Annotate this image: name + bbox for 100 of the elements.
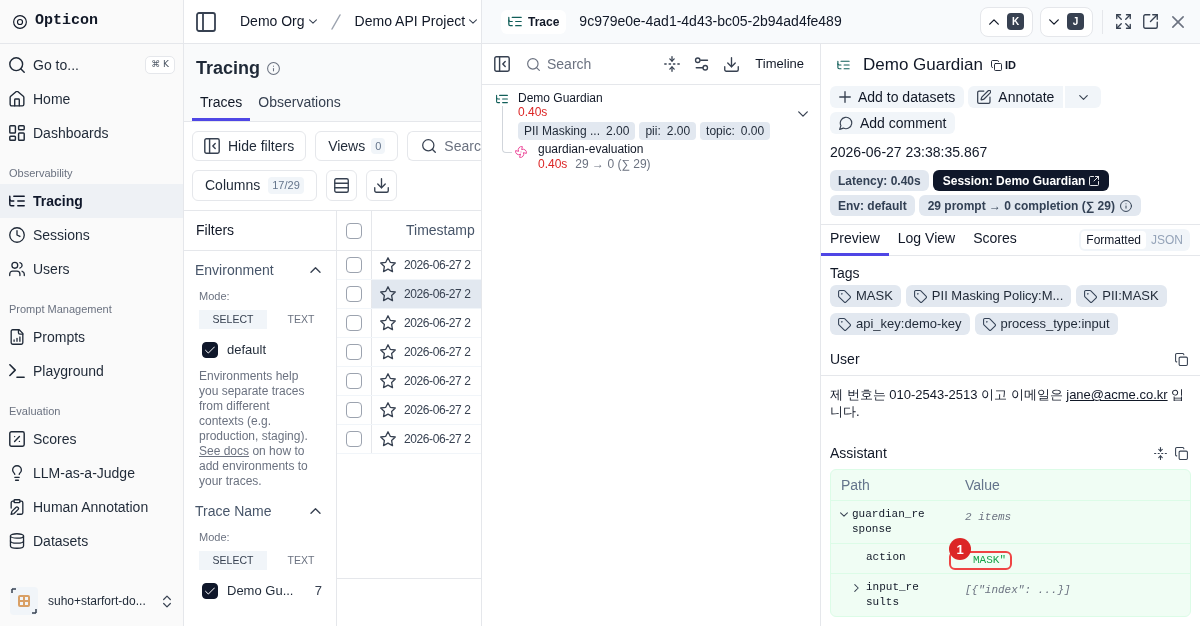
nav-item[interactable]: Datasets bbox=[0, 524, 183, 558]
callout-badge: 1 bbox=[949, 538, 971, 560]
tab[interactable]: Preview bbox=[821, 224, 889, 256]
checkbox[interactable] bbox=[346, 222, 362, 239]
nav-item[interactable]: Dashboards bbox=[0, 116, 183, 150]
sidebar-toggle-button[interactable] bbox=[196, 11, 216, 32]
section-title: User bbox=[830, 350, 860, 369]
download-button[interactable] bbox=[365, 170, 397, 201]
terminal-icon bbox=[9, 363, 25, 379]
metadata-badge: Env: default bbox=[830, 195, 915, 216]
clock-icon bbox=[9, 227, 25, 243]
filter-section-toggle[interactable]: Environment bbox=[184, 251, 336, 289]
search-field[interactable]: Search bbox=[527, 52, 637, 76]
nav-item[interactable]: Human Annotation bbox=[0, 490, 183, 524]
settings-button[interactable] bbox=[694, 57, 710, 71]
goto-item[interactable]: Go to... ⌘ K bbox=[0, 48, 183, 82]
session-link[interactable]: Session: Demo Guardian bbox=[932, 170, 1110, 191]
star-icon bbox=[380, 373, 396, 389]
checkbox[interactable] bbox=[346, 373, 362, 389]
filter-section-toggle[interactable]: Trace Name bbox=[184, 492, 336, 530]
open-in-new-tab-button[interactable] bbox=[1143, 14, 1158, 29]
docs-link[interactable]: See docs bbox=[199, 444, 250, 458]
node-name[interactable]: guardian-evaluation bbox=[538, 142, 651, 156]
tab[interactable]: Log View bbox=[888, 224, 965, 256]
download-icon bbox=[373, 178, 389, 193]
close-icon bbox=[1172, 15, 1184, 28]
checkbox[interactable] bbox=[346, 431, 362, 447]
copy-button[interactable] bbox=[1175, 353, 1188, 366]
page-title: Tracing bbox=[196, 57, 261, 80]
tab[interactable]: Scores bbox=[964, 224, 1026, 256]
score-chip: topic: 0.00 bbox=[700, 122, 771, 140]
views-button[interactable]: Views 0 bbox=[315, 131, 399, 161]
nav-item[interactable]: Home bbox=[0, 82, 183, 116]
checkbox[interactable] bbox=[346, 257, 362, 273]
option-label: Demo Gu... bbox=[227, 582, 295, 601]
column-header: Value bbox=[965, 477, 1000, 493]
columns-button[interactable]: Columns 17/29 bbox=[192, 170, 317, 201]
download-button[interactable] bbox=[724, 56, 740, 72]
previous-trace-button[interactable]: K bbox=[980, 6, 1033, 37]
mode-option[interactable]: SELECT bbox=[199, 551, 267, 570]
annotate-button[interactable]: Annotate bbox=[968, 86, 1064, 108]
checkbox[interactable] bbox=[202, 583, 218, 599]
copy-id-button[interactable]: ID bbox=[991, 56, 1016, 74]
star-icon bbox=[380, 257, 396, 273]
star-icon bbox=[380, 344, 396, 360]
file-chart-icon bbox=[9, 329, 25, 345]
column-header[interactable]: Timestamp bbox=[406, 220, 475, 241]
view-mode-option[interactable]: Formatted bbox=[1081, 231, 1146, 249]
row-height-button[interactable] bbox=[325, 170, 357, 201]
mode-option[interactable]: SELECT bbox=[199, 310, 267, 329]
panel-toggle-button[interactable] bbox=[494, 56, 510, 72]
nav-item[interactable]: Users bbox=[0, 252, 183, 286]
star-icon bbox=[380, 286, 396, 302]
mode-label: Mode: bbox=[199, 530, 231, 544]
speech-bubble-icon bbox=[839, 116, 853, 130]
node-name[interactable]: Demo Guardian bbox=[518, 91, 798, 105]
checkbox[interactable] bbox=[202, 342, 218, 358]
chevron-down-icon bbox=[308, 19, 317, 24]
nav-item[interactable]: Playground bbox=[0, 354, 183, 388]
checkbox[interactable] bbox=[346, 402, 362, 418]
table-row[interactable]: 2026-06-27 2 bbox=[372, 280, 481, 308]
node-latency: 0.40s bbox=[518, 105, 549, 119]
tag-label: PII Masking Policy:M... bbox=[931, 287, 1064, 306]
star-icon bbox=[380, 402, 396, 418]
next-trace-button[interactable]: J bbox=[1040, 6, 1093, 37]
tab[interactable]: Traces bbox=[192, 86, 251, 121]
trace-id: 9c979e0e-4ad1-4d43-bc05-2b94ad4fe489 bbox=[579, 12, 842, 31]
email-link[interactable]: jane@acme.co.kr bbox=[1066, 387, 1168, 402]
nav-item[interactable]: LLM-as-a-Judge bbox=[0, 456, 183, 490]
pen-icon bbox=[977, 90, 992, 104]
breadcrumb-item[interactable]: Demo API Project bbox=[354, 11, 478, 32]
checkbox[interactable] bbox=[346, 344, 362, 360]
tag-icon bbox=[1084, 289, 1098, 303]
add-to-dataset-button[interactable]: Add to datasets bbox=[830, 86, 965, 108]
nav-item[interactable]: Scores bbox=[0, 422, 183, 456]
account-switcher[interactable]: suho+starfort-do... bbox=[0, 576, 183, 626]
download-icon bbox=[724, 56, 740, 72]
checkbox[interactable] bbox=[346, 286, 362, 302]
tab[interactable]: Observations bbox=[250, 86, 349, 121]
panel-left-icon bbox=[196, 11, 216, 32]
close-button[interactable] bbox=[1172, 15, 1184, 28]
trace-title: Demo Guardian bbox=[863, 54, 983, 77]
breadcrumb-item[interactable]: Demo Org bbox=[240, 11, 317, 32]
copy-button[interactable] bbox=[1175, 446, 1188, 460]
column-header: Path bbox=[841, 477, 870, 493]
help-text: Environments help you separate traces from different contexts (e.g. production, staging). See docs on how to add environments to your traces. bbox=[199, 369, 309, 489]
tag-label: process_type:input bbox=[1000, 315, 1110, 334]
nav-item[interactable]: Prompts bbox=[0, 320, 183, 354]
collapse-button[interactable] bbox=[1154, 446, 1167, 460]
nav-item[interactable]: Tracing bbox=[0, 184, 183, 218]
checkbox[interactable] bbox=[346, 315, 362, 331]
comment-button[interactable]: Add comment bbox=[830, 112, 956, 134]
expand-button[interactable] bbox=[1116, 14, 1131, 29]
collapse-all-button[interactable] bbox=[664, 56, 681, 72]
nav-item[interactable]: Sessions bbox=[0, 218, 183, 252]
message-text: 제 번호는 010-2543-2513 이고 이메일은 jane@acme.co.kr 입니다. bbox=[830, 386, 1186, 420]
hide-filters-button[interactable]: Hide filters bbox=[192, 131, 307, 161]
logo-icon bbox=[13, 14, 27, 29]
timeline-toggle[interactable]: Timeline bbox=[755, 54, 804, 74]
search-field[interactable]: Searc bbox=[407, 131, 481, 161]
